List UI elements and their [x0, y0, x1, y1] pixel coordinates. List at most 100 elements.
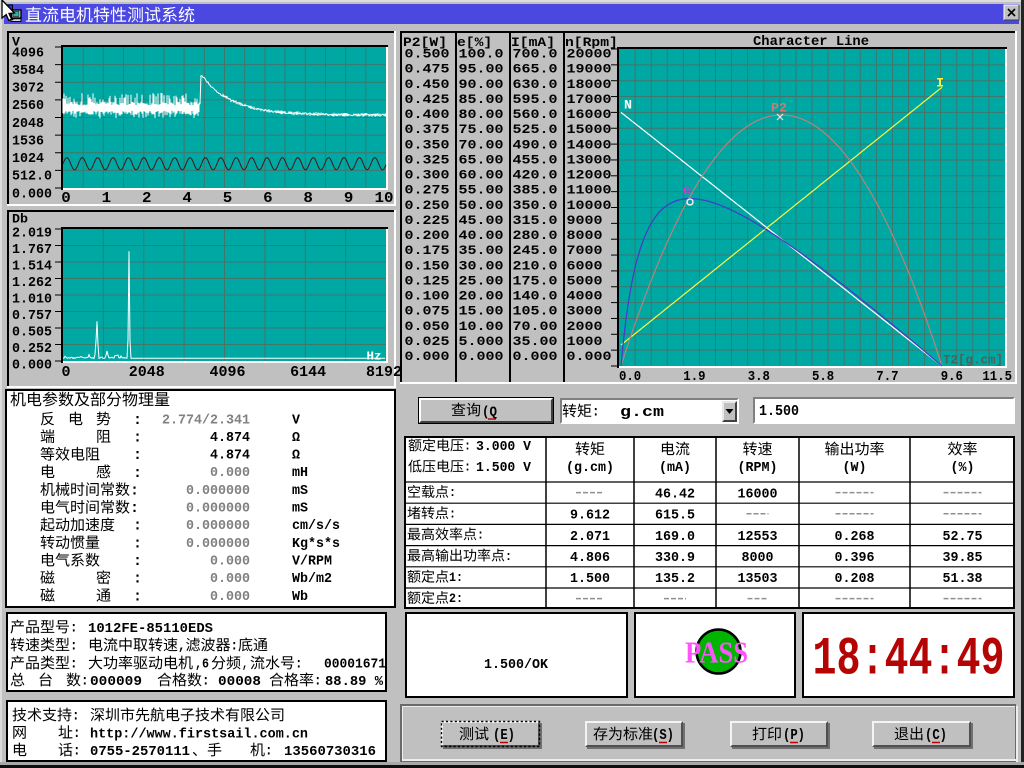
svg-text:0.425: 0.425	[405, 92, 450, 107]
svg-text:595.0: 595.0	[513, 92, 558, 107]
svg-text:3.8: 3.8	[748, 369, 770, 385]
svg-text:5.000: 5.000	[459, 334, 504, 349]
svg-text::: :	[464, 460, 471, 475]
svg-text:70.00: 70.00	[459, 137, 504, 152]
svg-text:0.000: 0.000	[513, 349, 558, 364]
svg-text:330.9: 330.9	[655, 551, 695, 566]
svg-text:8192: 8192	[366, 365, 402, 381]
svg-text::: :	[231, 639, 239, 655]
svg-text:12553: 12553	[738, 530, 778, 545]
svg-text:4: 4	[182, 191, 192, 207]
svg-text:0: 0	[61, 191, 71, 207]
svg-text:http://www.firstsail.com.cn: http://www.firstsail.com.cn	[90, 727, 308, 742]
svg-text:0.400: 0.400	[405, 107, 450, 122]
svg-text:0.025: 0.025	[405, 334, 450, 349]
svg-text:175.0: 175.0	[513, 273, 558, 288]
svg-text:8000: 8000	[567, 228, 603, 243]
svg-text:0.000: 0.000	[210, 555, 250, 570]
svg-text::: :	[72, 709, 80, 725]
svg-text:V/RPM: V/RPM	[292, 555, 332, 570]
svg-text:7000: 7000	[567, 243, 603, 258]
svg-text:385.0: 385.0	[513, 183, 558, 198]
svg-text:(S): (S)	[652, 728, 674, 744]
svg-text::: :	[133, 588, 142, 605]
svg-text:50.00: 50.00	[459, 198, 504, 213]
svg-text:(Q: (Q	[482, 405, 497, 421]
svg-text:0.175: 0.175	[405, 243, 450, 258]
svg-text:1.500/OK: 1.500/OK	[484, 657, 549, 673]
svg-text::: :	[265, 744, 273, 760]
svg-text:46.42: 46.42	[655, 487, 695, 502]
svg-text:45.00: 45.00	[459, 213, 504, 228]
svg-text:5.8: 5.8	[812, 369, 834, 385]
svg-text:88.89 %: 88.89 %	[325, 675, 384, 690]
svg-text:0.050: 0.050	[405, 319, 450, 334]
svg-text::: :	[73, 744, 81, 760]
svg-text:15000: 15000	[567, 122, 612, 137]
svg-text:210.0: 210.0	[513, 258, 558, 273]
svg-text:V: V	[12, 35, 20, 50]
svg-text:1.500: 1.500	[570, 572, 610, 587]
svg-text:00001671: 00001671	[324, 657, 386, 672]
svg-text:V: V	[292, 413, 301, 428]
svg-text:(E): (E)	[493, 728, 515, 744]
svg-text:0.000: 0.000	[210, 572, 250, 587]
svg-text:2.071: 2.071	[570, 530, 610, 545]
svg-text:6000: 6000	[567, 258, 603, 273]
svg-text::: :	[477, 528, 484, 543]
svg-text::: :	[202, 674, 210, 690]
svg-text::: :	[133, 447, 142, 464]
svg-text:0.000: 0.000	[210, 466, 250, 481]
svg-text:PASS: PASS	[685, 635, 748, 670]
svg-text:mS: mS	[292, 502, 308, 517]
svg-text:(g.cm): (g.cm)	[566, 461, 614, 476]
svg-text:0.075: 0.075	[405, 304, 450, 319]
svg-text:13000: 13000	[567, 153, 612, 168]
svg-text::: :	[70, 657, 78, 673]
svg-text::: :	[505, 549, 512, 564]
svg-text:20000: 20000	[567, 47, 612, 62]
svg-text:0.325: 0.325	[405, 153, 450, 168]
svg-text:2560: 2560	[12, 99, 44, 114]
svg-text::: :	[130, 500, 139, 517]
svg-text:0.500: 0.500	[405, 47, 450, 62]
svg-text:2.019: 2.019	[12, 226, 52, 241]
svg-text:0.000000: 0.000000	[186, 502, 250, 517]
svg-text:5: 5	[223, 191, 233, 207]
svg-text:615.5: 615.5	[655, 509, 695, 524]
svg-text::: :	[81, 674, 89, 690]
svg-text:10.00: 10.00	[459, 319, 504, 334]
svg-text:0.000000: 0.000000	[186, 519, 250, 534]
svg-text:2000: 2000	[567, 319, 603, 334]
svg-text:1.9: 1.9	[683, 369, 705, 385]
svg-text:665.0: 665.0	[513, 62, 558, 77]
svg-text:4000: 4000	[567, 289, 603, 304]
svg-text::: :	[70, 639, 78, 655]
svg-text::: :	[314, 674, 322, 690]
svg-text:0.475: 0.475	[405, 62, 450, 77]
svg-text:Wb: Wb	[292, 590, 308, 605]
svg-text:18:44:49: 18:44:49	[813, 630, 1005, 691]
svg-text:8000: 8000	[742, 551, 774, 566]
svg-text:0.000: 0.000	[210, 590, 250, 605]
svg-text:0.375: 0.375	[405, 122, 450, 137]
svg-text:35.00: 35.00	[513, 334, 558, 349]
svg-text:Wb/m2: Wb/m2	[292, 572, 332, 587]
svg-text:560.0: 560.0	[513, 107, 558, 122]
svg-text:0.000: 0.000	[405, 349, 450, 364]
svg-text:0.450: 0.450	[405, 77, 450, 92]
svg-text:135.2: 135.2	[655, 572, 695, 587]
svg-text::: :	[133, 465, 142, 482]
svg-text:350.0: 350.0	[513, 198, 558, 213]
svg-text:512.0: 512.0	[12, 170, 52, 185]
svg-text:g.cm: g.cm	[620, 405, 664, 421]
svg-text::: :	[133, 430, 142, 447]
svg-text:65.00: 65.00	[459, 153, 504, 168]
svg-text:Db: Db	[12, 212, 28, 227]
svg-text:0.200: 0.200	[405, 228, 450, 243]
svg-text:95.00: 95.00	[459, 62, 504, 77]
svg-text:6144: 6144	[290, 365, 326, 381]
svg-text::: :	[449, 506, 456, 521]
svg-text:0.100: 0.100	[405, 289, 450, 304]
svg-text:0.208: 0.208	[835, 572, 875, 587]
